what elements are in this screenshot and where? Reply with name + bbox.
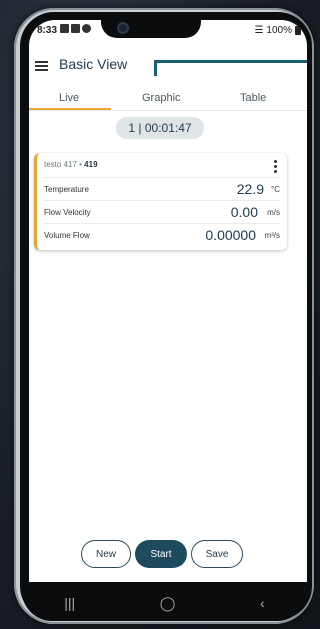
- whatsapp-icon: [82, 24, 91, 33]
- screen: 8:33 ☰ 100% Basic View Live Graphic Tabl…: [29, 20, 307, 582]
- gallery-icon: [60, 24, 69, 33]
- device-header: testo 417 • 419: [44, 160, 98, 169]
- notification-icons: [60, 24, 91, 33]
- camera-icon: [117, 22, 129, 34]
- reading-value: 0.00: [230, 204, 258, 220]
- home-icon[interactable]: ◯: [160, 595, 176, 612]
- wifi-icon: ☰: [254, 25, 264, 36]
- reading-value: 0.00000: [205, 227, 256, 243]
- camera-notch: [101, 12, 201, 38]
- reading-label: Temperature: [44, 185, 89, 194]
- reading-unit: °C: [271, 185, 280, 194]
- reading-unit: m/s: [267, 208, 280, 217]
- recents-icon[interactable]: |||: [64, 595, 75, 612]
- system-nav-bar: ||| ◯ ‹: [22, 583, 307, 621]
- status-time: 8:33: [37, 25, 58, 36]
- battery-percentage: 100%: [266, 25, 292, 36]
- app-bar: Basic View: [29, 42, 307, 86]
- start-button[interactable]: Start: [135, 540, 187, 568]
- back-icon[interactable]: ‹: [260, 595, 265, 612]
- measurement-timer: 1 | 00:01:47: [116, 117, 204, 139]
- tab-table[interactable]: Table: [240, 92, 266, 104]
- tab-graphic[interactable]: Graphic: [142, 92, 181, 104]
- device-card: testo 417 • 419 Temperature 22.9 °C Flow…: [34, 153, 287, 250]
- reading-row: Flow Velocity 0.00 m/s: [44, 200, 280, 224]
- tab-live[interactable]: Live: [59, 92, 79, 104]
- reading-row: Temperature 22.9 °C: [44, 177, 280, 201]
- reading-label: Volume Flow: [44, 231, 90, 240]
- status-right: ☰ 100%: [254, 25, 301, 36]
- device-name: testo 417: [44, 160, 77, 169]
- reading-row: Volume Flow 0.00000 m³/s: [44, 223, 280, 247]
- annotation-pointer-line: [154, 60, 307, 63]
- menu-icon[interactable]: [35, 61, 48, 71]
- page-title: Basic View: [59, 56, 128, 72]
- reading-label: Flow Velocity: [44, 208, 91, 217]
- reading-value: 22.9: [236, 181, 264, 197]
- new-button[interactable]: New: [81, 540, 131, 568]
- active-tab-indicator: [29, 108, 111, 110]
- tab-bar: Live Graphic Table: [29, 86, 307, 111]
- reading-unit: m³/s: [264, 231, 280, 240]
- save-button[interactable]: Save: [191, 540, 243, 568]
- mail-icon: [71, 24, 80, 33]
- device-id: 419: [84, 160, 98, 169]
- more-options-icon[interactable]: [274, 160, 277, 175]
- battery-icon: [295, 26, 301, 35]
